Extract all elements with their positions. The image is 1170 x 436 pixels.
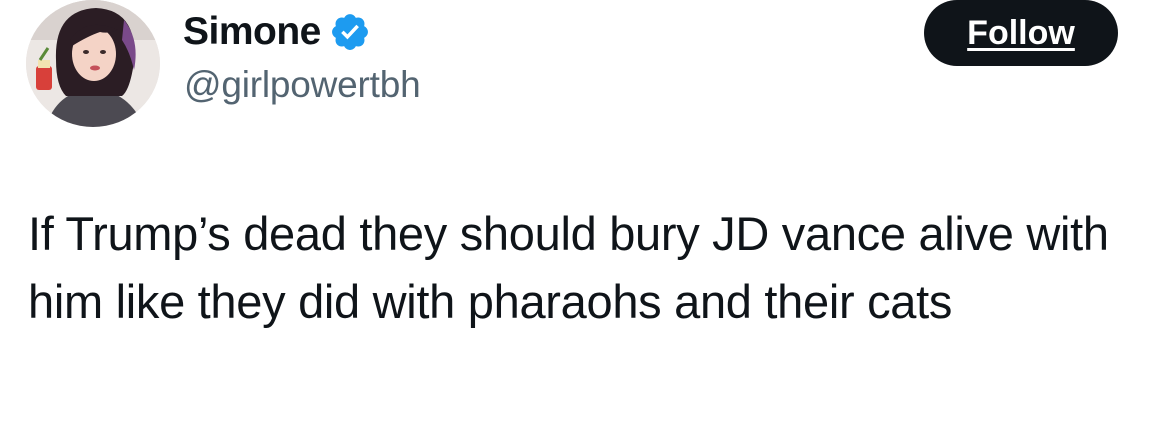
tweet-card: Simone @girlpowertbh Follow If Trump’s d… bbox=[0, 0, 1170, 436]
avatar-image bbox=[26, 0, 160, 127]
follow-button[interactable]: Follow bbox=[924, 0, 1118, 66]
author-handle[interactable]: @girlpowertbh bbox=[184, 64, 421, 106]
tweet-text: If Trump’s dead they should bury JD vanc… bbox=[28, 207, 1109, 328]
author-display-name[interactable]: Simone bbox=[183, 10, 321, 54]
avatar[interactable] bbox=[26, 0, 160, 127]
verified-badge-icon[interactable] bbox=[329, 11, 371, 53]
author-name-row: Simone bbox=[183, 8, 371, 56]
